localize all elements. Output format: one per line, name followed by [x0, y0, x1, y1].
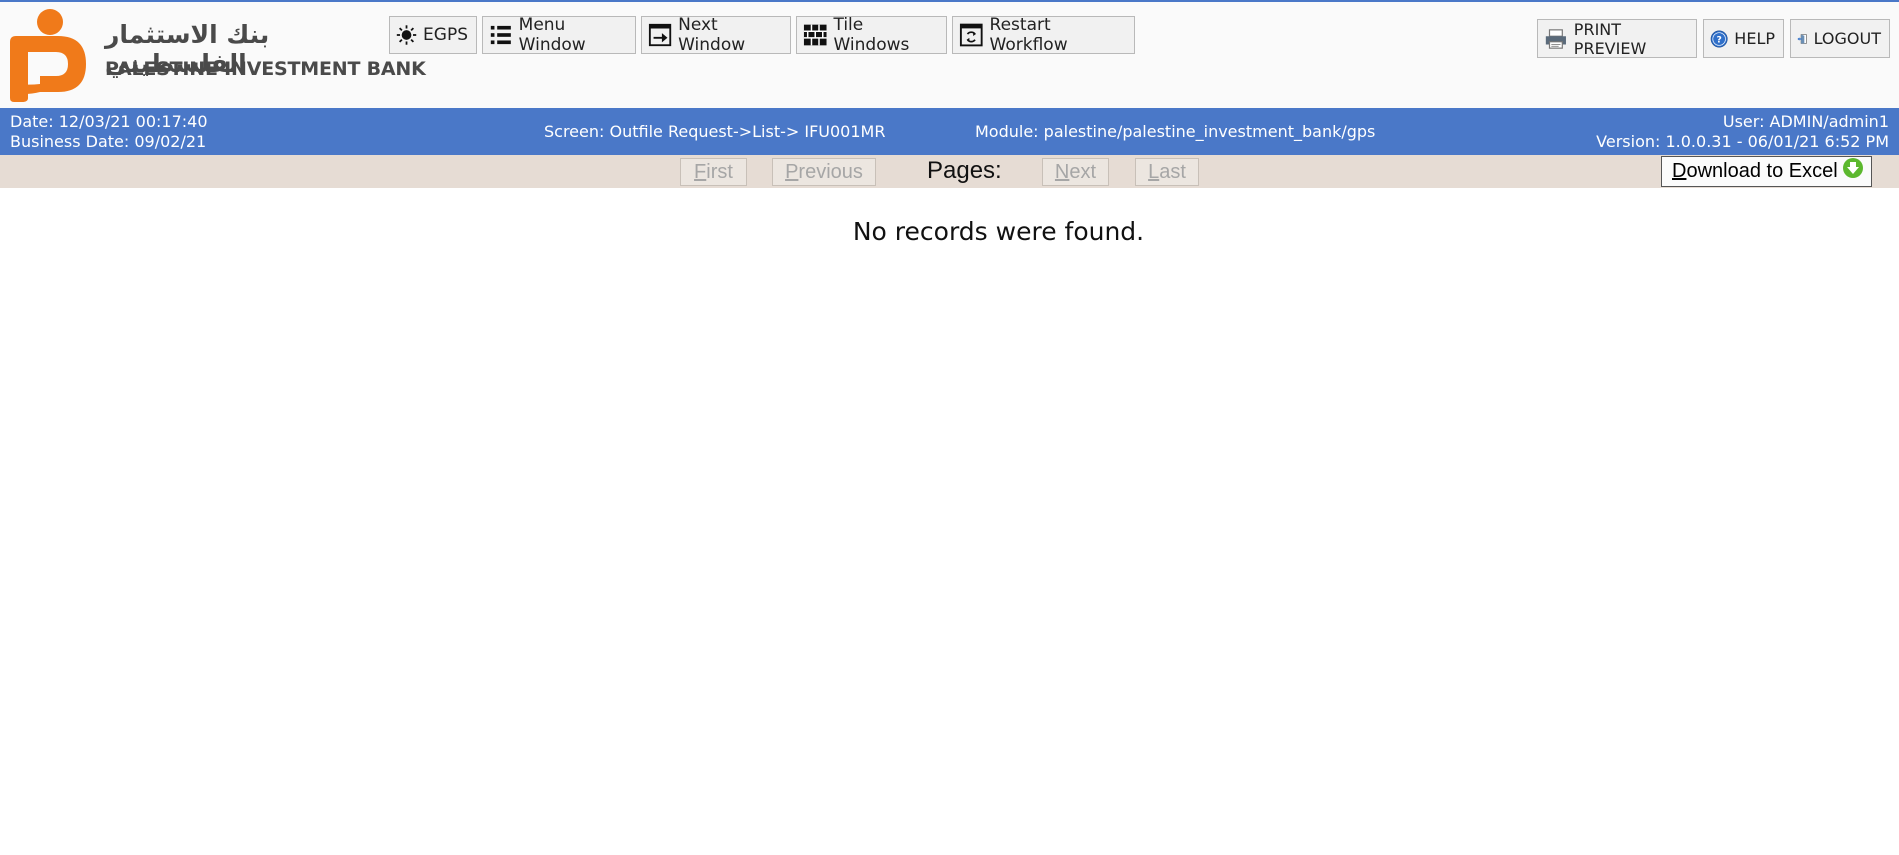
pagination-bar: First Previous Pages: Next Last Download…	[0, 155, 1899, 188]
last-page-button[interactable]: Last	[1135, 158, 1199, 186]
help-button[interactable]: ? HELP	[1703, 19, 1784, 58]
bank-logo-icon	[10, 9, 86, 102]
menu-window-button[interactable]: Menu Window	[482, 15, 636, 55]
printer-icon	[1545, 28, 1566, 49]
bank-name-english: PALESTINE INVESTMENT BANK	[105, 58, 426, 80]
logout-label: LOGOUT	[1813, 29, 1881, 48]
print-preview-button[interactable]: PRINT PREVIEW	[1537, 19, 1697, 58]
top-header: بنك الاستثمار الفلسطيني PALESTINE INVEST…	[0, 2, 1899, 108]
version-text: Version: 1.0.0.31 - 06/01/21 6:52 PM	[1596, 132, 1889, 151]
restart-workflow-button[interactable]: Restart Workflow	[952, 15, 1135, 55]
egps-button[interactable]: EGPS	[389, 16, 477, 54]
no-records-message: No records were found.	[0, 217, 1899, 246]
tiles-icon	[803, 24, 827, 46]
download-excel-label: Download to Excel	[1672, 160, 1838, 182]
user-text: User: ADMIN/admin1	[1722, 112, 1889, 131]
tile-windows-button[interactable]: Tile Windows	[796, 15, 947, 55]
list-icon	[490, 25, 511, 45]
tile-windows-label: Tile Windows	[833, 15, 910, 55]
no-records-text: No records were found.	[852, 217, 1145, 246]
menu-window-label: Menu Window	[518, 15, 586, 55]
next-window-label: Next Window	[678, 15, 746, 55]
egps-label: EGPS	[423, 25, 468, 45]
window-arrow-icon	[648, 23, 672, 47]
business-date-text: Business Date: 09/02/21	[10, 132, 207, 151]
next-page-button[interactable]: Next	[1042, 158, 1109, 186]
help-label: HELP	[1734, 29, 1775, 48]
first-page-button[interactable]: First	[680, 158, 747, 186]
logout-button[interactable]: LOGOUT	[1790, 19, 1890, 58]
pages-label: Pages:	[927, 157, 1002, 184]
next-window-button[interactable]: Next Window	[641, 15, 791, 55]
session-info-bar: Date: 12/03/21 00:17:40 Business Date: 0…	[0, 108, 1899, 155]
date-text: Date: 12/03/21 00:17:40	[10, 112, 208, 131]
previous-page-button[interactable]: Previous	[772, 158, 876, 186]
svg-text:?: ?	[1717, 35, 1722, 45]
print-preview-label: PRINT PREVIEW	[1573, 19, 1647, 58]
sun-icon	[396, 25, 417, 45]
window-refresh-icon	[959, 23, 983, 47]
logout-door-icon	[1797, 33, 1807, 44]
download-excel-button[interactable]: Download to Excel	[1661, 156, 1872, 187]
module-text: Module: palestine/palestine_investment_b…	[975, 122, 1376, 141]
screen-text: Screen: Outfile Request->List-> IFU001MR	[544, 122, 886, 141]
download-arrow-icon	[1842, 157, 1863, 178]
help-question-icon: ?	[1710, 30, 1728, 47]
restart-workflow-label: Restart Workflow	[989, 15, 1068, 55]
